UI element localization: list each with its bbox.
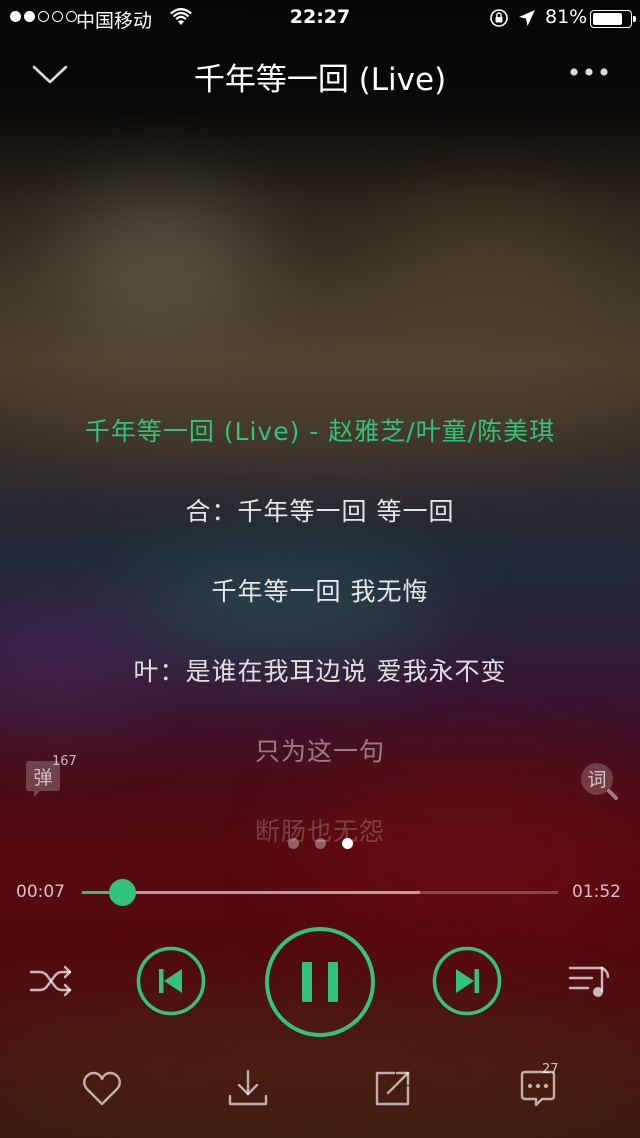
shuffle-icon	[29, 965, 72, 997]
page-dot[interactable]	[314, 838, 326, 849]
lyrics-search-label: 词	[587, 769, 606, 791]
pause-icon	[265, 927, 375, 1037]
heart-icon	[83, 1071, 121, 1106]
shuffle-button[interactable]	[28, 963, 74, 999]
battery-icon	[590, 10, 636, 28]
battery-percent: 81%	[545, 6, 588, 28]
total-time: 01:52	[572, 882, 621, 902]
progress-row: 00:07 01:52	[0, 878, 640, 908]
lyric-line: 叶：是谁在我耳边说 爱我永不变	[133, 657, 507, 686]
page-dot[interactable]	[287, 838, 299, 849]
skip-previous-icon	[136, 946, 206, 1016]
progress-slider[interactable]	[82, 879, 558, 906]
lyric-line-current: 千年等一回 (Live) - 赵雅芝/叶童/陈美琪	[84, 417, 556, 446]
comment-count: 27	[542, 1062, 559, 1077]
song-title: 千年等一回 (Live)	[193, 62, 447, 98]
rotation-lock-icon	[489, 8, 509, 33]
lyric-line: 合：千年等一回 等一回	[185, 497, 455, 526]
lyrics-search-icon: 词	[581, 763, 618, 800]
pause-button[interactable]	[264, 926, 376, 1038]
download-button[interactable]	[226, 1066, 270, 1110]
previous-button[interactable]	[136, 946, 206, 1016]
playlist-icon	[568, 966, 610, 997]
danmu-label: 弹	[33, 767, 52, 789]
playlist-button[interactable]	[566, 961, 612, 1001]
page-dot[interactable]	[341, 838, 353, 849]
download-icon	[228, 1069, 268, 1106]
lyrics-search-button[interactable]: 词	[578, 760, 620, 802]
share-icon	[375, 1071, 410, 1106]
share-button[interactable]	[370, 1066, 414, 1110]
status-time: 22:27	[289, 6, 351, 28]
danmu-count: 167	[52, 754, 77, 769]
next-button[interactable]	[432, 946, 502, 1016]
lyric-line: 千年等一回 我无悔	[211, 577, 429, 606]
lyric-line: 只为这一句	[254, 737, 385, 766]
more-dots-icon	[570, 68, 608, 76]
location-arrow-icon	[518, 9, 536, 32]
page-indicator	[0, 838, 640, 849]
progress-thumb[interactable]	[108, 879, 136, 906]
player-header: 千年等一回 (Live)	[0, 44, 640, 104]
skip-next-icon	[432, 946, 502, 1016]
more-options-button[interactable]	[568, 62, 610, 82]
current-time: 00:07	[16, 882, 65, 902]
status-bar: 中国移动 22:27 81%	[0, 0, 640, 36]
playback-controls	[0, 925, 640, 1037]
like-button[interactable]	[80, 1066, 124, 1110]
